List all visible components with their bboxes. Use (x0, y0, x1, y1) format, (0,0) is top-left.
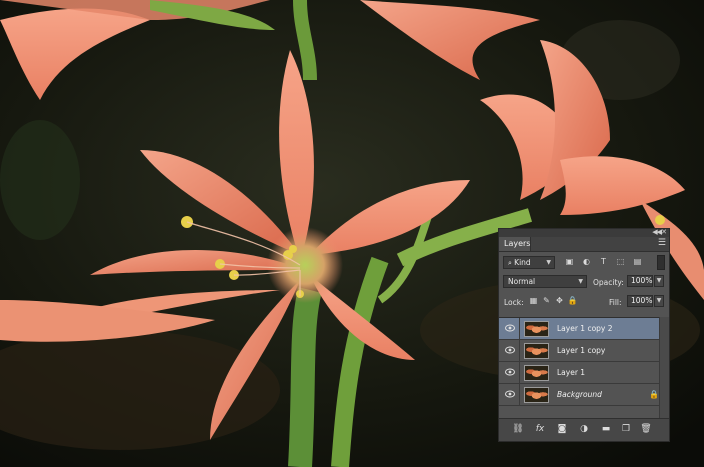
image-filter-icon[interactable]: ▣ (563, 256, 576, 268)
layers-panel: ◀◀ ✕ Layers ☰ ⌕ Kind ▼ ▣ ◐ T ⬚ ▤ Normal ▼ Op… (498, 228, 670, 442)
divider (519, 362, 520, 384)
divider (519, 384, 520, 406)
trash-icon[interactable]: 🗑 (639, 424, 653, 434)
blend-row: Normal ▼ Opacity: 100% ▼ (499, 272, 669, 292)
layer-name[interactable]: Background (557, 390, 602, 399)
divider (519, 340, 520, 362)
filter-toggle[interactable] (657, 255, 665, 270)
layer-row[interactable]: Background 🔒 (499, 384, 669, 406)
panel-tab-bar: Layers ☰ (499, 237, 669, 252)
kind-filter-label: Kind (514, 258, 531, 267)
fill-label: Fill: (609, 298, 622, 307)
layers-bottom-toolbar: ⛓ fx ◙ ◑ ▬ ❐ 🗑 (499, 418, 669, 441)
blend-mode-dropdown[interactable]: Normal ▼ (503, 275, 587, 288)
fill-input[interactable]: 100% (627, 295, 653, 307)
chevron-down-icon: ▼ (546, 259, 551, 266)
layer-row[interactable]: Layer 1 copy (499, 340, 669, 362)
adjustment-icon[interactable]: ◑ (577, 424, 591, 434)
new-layer-icon[interactable]: ❐ (619, 424, 633, 434)
eye-icon[interactable] (505, 324, 515, 332)
fx-icon[interactable]: fx (533, 424, 547, 434)
layer-row[interactable]: Layer 1 (499, 362, 669, 384)
layer-thumbnail[interactable] (524, 343, 549, 359)
scrollbar[interactable] (659, 317, 669, 419)
shape-filter-icon[interactable]: ⬚ (614, 256, 627, 268)
lock-icon: 🔒 (649, 390, 659, 399)
layers-list: Layer 1 copy 2 Layer 1 copy Layer 1 Back… (499, 317, 669, 420)
layer-thumbnail[interactable] (524, 387, 549, 403)
link-icon[interactable]: ⛓ (511, 424, 525, 434)
lock-transparency-icon[interactable]: ▦ (527, 296, 540, 305)
type-filter-icon[interactable]: T (597, 256, 610, 268)
lock-row: Lock: ▦ ✎ ✥ 🔒 Fill: 100% ▼ (499, 292, 669, 312)
mask-icon[interactable]: ◙ (555, 424, 569, 434)
panel-menu-icon[interactable]: ☰ (658, 238, 666, 248)
layer-thumbnail[interactable] (524, 365, 549, 381)
panel-title-bar[interactable]: ◀◀ ✕ (499, 228, 669, 237)
smart-object-filter-icon[interactable]: ▤ (631, 256, 644, 268)
filter-icons: ▣ ◐ T ⬚ ▤ (563, 256, 648, 268)
collapse-icon[interactable]: ◀◀ (652, 228, 662, 236)
filter-row: ⌕ Kind ▼ ▣ ◐ T ⬚ ▤ (499, 252, 669, 272)
layer-name[interactable]: Layer 1 copy (557, 346, 605, 355)
lock-brush-icon[interactable]: ✎ (540, 296, 553, 305)
layer-thumbnail[interactable] (524, 321, 549, 337)
lock-label: Lock: (504, 298, 524, 307)
chevron-down-icon: ▼ (578, 278, 583, 285)
lock-all-icon[interactable]: 🔒 (566, 296, 579, 305)
layer-row[interactable]: Layer 1 copy 2 (499, 318, 669, 340)
opacity-label: Opacity: (593, 278, 624, 287)
eye-icon[interactable] (505, 390, 515, 398)
layer-name[interactable]: Layer 1 copy 2 (557, 324, 613, 333)
close-icon[interactable]: ✕ (661, 228, 667, 236)
eye-icon[interactable] (505, 346, 515, 354)
folder-icon[interactable]: ▬ (599, 424, 613, 434)
adjustment-filter-icon[interactable]: ◐ (580, 256, 593, 268)
blend-mode-value: Normal (508, 277, 536, 286)
opacity-slider-button[interactable]: ▼ (654, 275, 664, 287)
divider (519, 318, 520, 340)
eye-icon[interactable] (505, 368, 515, 376)
lock-move-icon[interactable]: ✥ (553, 296, 566, 305)
opacity-input[interactable]: 100% (627, 275, 653, 287)
kind-filter-dropdown[interactable]: ⌕ Kind ▼ (503, 256, 555, 269)
lock-options: ▦ ✎ ✥ 🔒 (527, 296, 579, 305)
layer-name[interactable]: Layer 1 (557, 368, 585, 377)
fill-slider-button[interactable]: ▼ (654, 295, 664, 307)
tab-layers[interactable]: Layers (499, 237, 531, 251)
